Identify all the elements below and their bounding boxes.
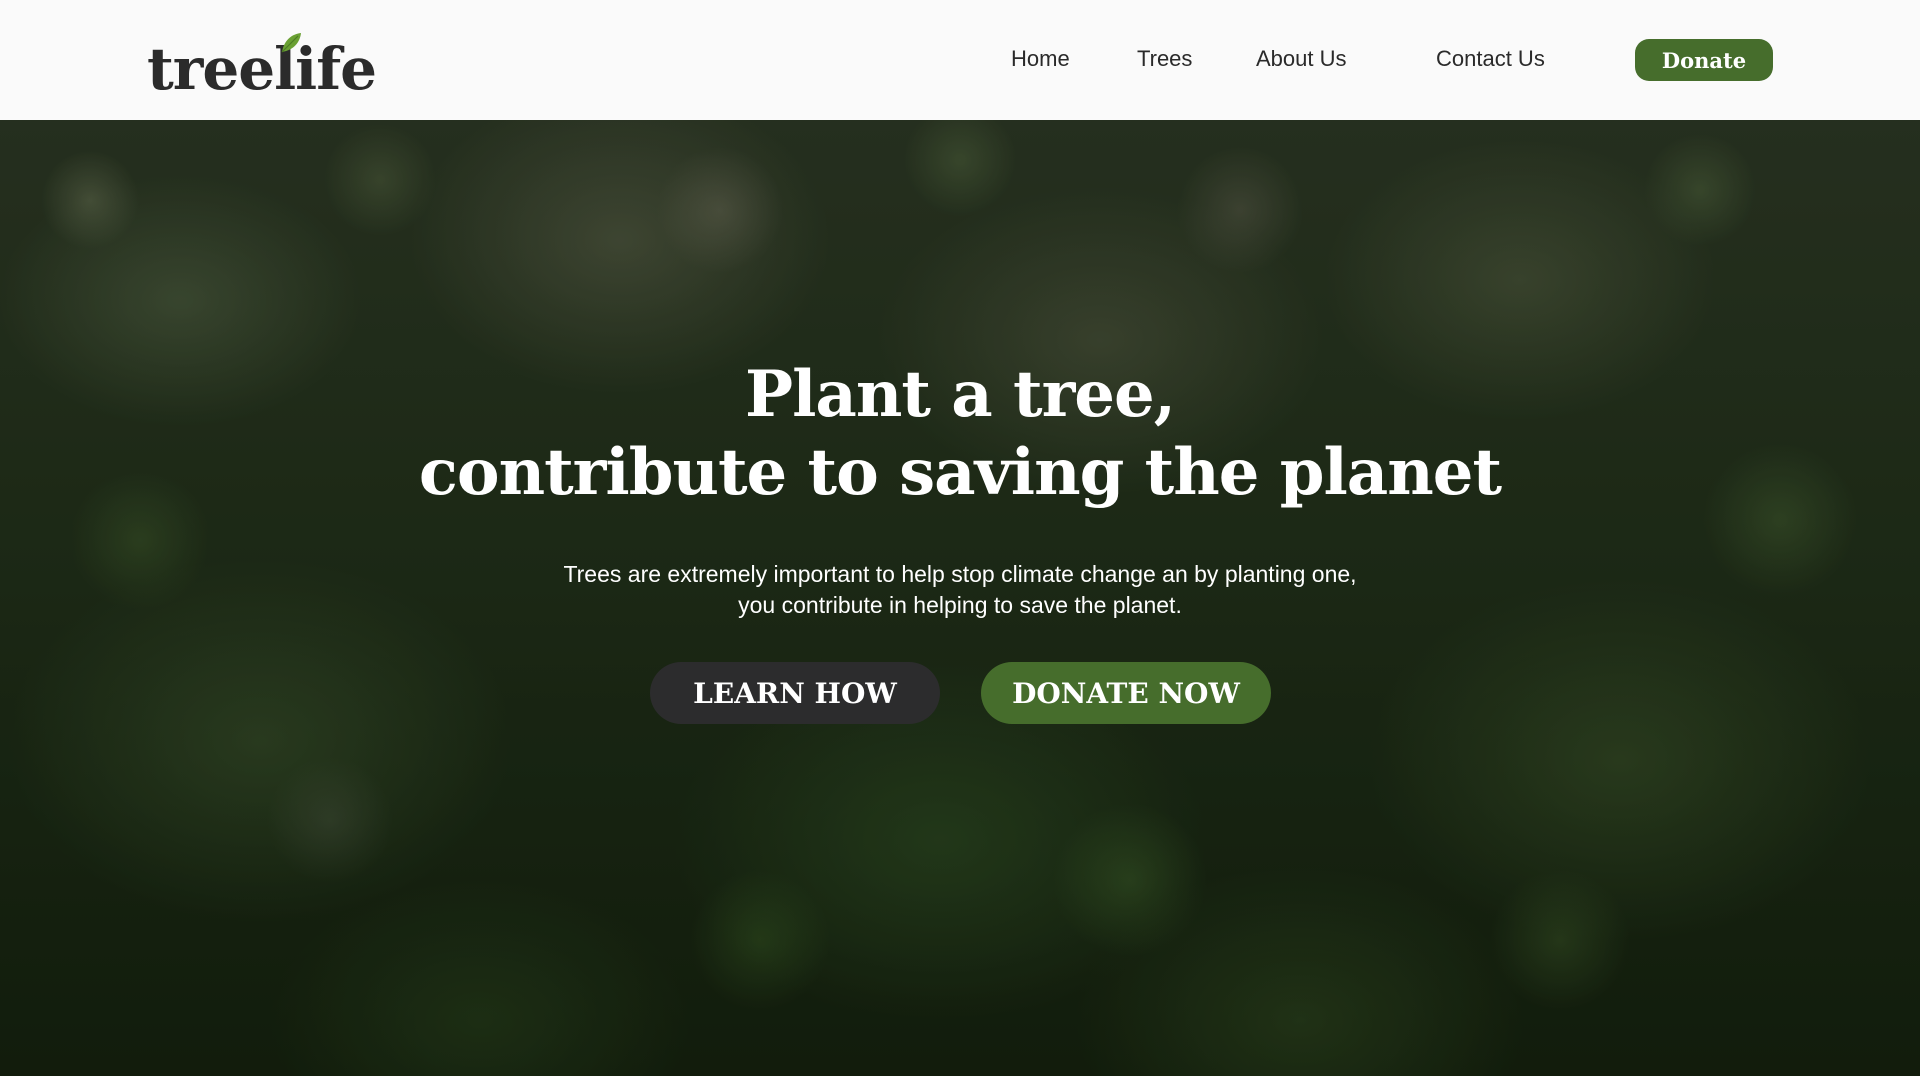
nav-about-us[interactable]: About Us bbox=[1256, 46, 1347, 72]
main-nav: Home Trees About Us Contact Us bbox=[0, 0, 1920, 120]
nav-home[interactable]: Home bbox=[1011, 46, 1070, 72]
hero-title-line2: contribute to saving the planet bbox=[418, 435, 1502, 510]
hero-description-line1: Trees are extremely important to help st… bbox=[563, 561, 1357, 587]
donate-now-button[interactable]: DONATE NOW bbox=[981, 662, 1271, 724]
top-navigation: treelife Home Trees About Us Contact Us … bbox=[0, 0, 1920, 120]
hero-title-line1: Plant a tree, bbox=[744, 357, 1176, 432]
nav-trees[interactable]: Trees bbox=[1137, 46, 1192, 72]
hero-section: Plant a tree, contribute to saving the p… bbox=[0, 120, 1920, 1076]
donate-button[interactable]: Donate bbox=[1635, 39, 1773, 81]
hero-description-line2: you contribute in helping to save the pl… bbox=[738, 592, 1182, 618]
nav-contact-us[interactable]: Contact Us bbox=[1436, 46, 1545, 72]
learn-how-button[interactable]: LEARN HOW bbox=[650, 662, 940, 724]
